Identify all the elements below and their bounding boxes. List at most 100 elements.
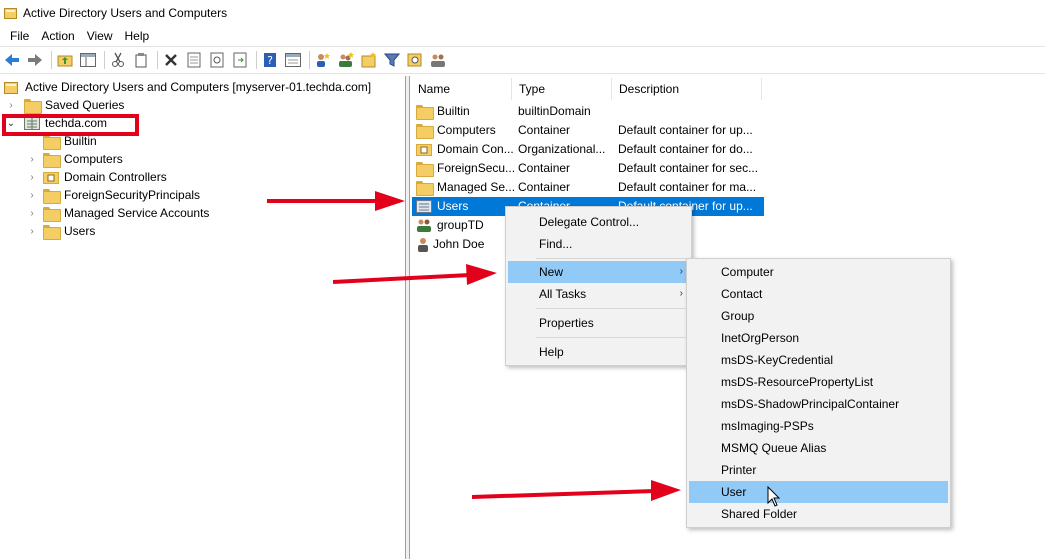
new-user-icon[interactable] bbox=[313, 50, 333, 70]
expand-chevron-icon[interactable]: › bbox=[25, 152, 39, 166]
list-item[interactable]: Managed Se... Container Default containe… bbox=[412, 178, 764, 197]
menu-file[interactable]: File bbox=[4, 29, 35, 43]
svg-text:?: ? bbox=[267, 54, 273, 67]
submenu-item-user[interactable]: User bbox=[689, 481, 948, 503]
list-item-type: Container bbox=[518, 180, 571, 194]
app-icon bbox=[4, 7, 17, 20]
folder-icon bbox=[43, 224, 61, 240]
column-header-description[interactable]: Description bbox=[612, 78, 762, 100]
folder-icon bbox=[43, 134, 61, 150]
tree-item-label: Managed Service Accounts bbox=[64, 206, 210, 220]
list-item-name: ForeignSecu... bbox=[437, 161, 516, 175]
cut-icon[interactable] bbox=[108, 50, 128, 70]
toolbar-separator bbox=[256, 51, 257, 69]
submenu-item-group[interactable]: Group bbox=[687, 305, 950, 327]
copy-icon[interactable] bbox=[131, 50, 151, 70]
new-group-icon[interactable] bbox=[336, 50, 356, 70]
list-item-type: builtinDomain bbox=[518, 104, 591, 118]
submenu-item-msimaging-psps[interactable]: msImaging-PSPs bbox=[687, 415, 950, 437]
help-icon[interactable]: ? bbox=[260, 50, 280, 70]
user-icon bbox=[416, 237, 430, 252]
tree-item-label: ForeignSecurityPrincipals bbox=[64, 188, 201, 202]
list-item-description: Default container for do... bbox=[618, 142, 753, 156]
menu-help[interactable]: Help bbox=[119, 29, 156, 43]
back-icon[interactable] bbox=[2, 50, 22, 70]
window-title: Active Directory Users and Computers bbox=[23, 6, 228, 20]
tree-item-foreign-security-principals[interactable]: › ForeignSecurityPrincipals bbox=[25, 186, 200, 204]
menu-item-properties[interactable]: Properties bbox=[506, 312, 691, 334]
menu-item-all-tasks[interactable]: All Tasks › bbox=[506, 283, 691, 305]
title-bar: Active Directory Users and Computers bbox=[0, 0, 1045, 26]
add-to-group-icon[interactable] bbox=[428, 50, 448, 70]
list-item-name: Computers bbox=[437, 123, 496, 137]
list-item[interactable]: ForeignSecu... Container Default contain… bbox=[412, 159, 764, 178]
tree-item-computers[interactable]: › Computers bbox=[25, 150, 123, 168]
menu-view[interactable]: View bbox=[81, 29, 119, 43]
tree-item-label: Computers bbox=[64, 152, 123, 166]
export-list-icon[interactable] bbox=[230, 50, 250, 70]
new-ou-icon[interactable] bbox=[359, 50, 379, 70]
annotation-highlight-box bbox=[2, 114, 139, 136]
expand-chevron-icon[interactable]: › bbox=[25, 188, 39, 202]
menu-bar: File Action View Help bbox=[0, 26, 1045, 46]
properties-icon[interactable] bbox=[184, 50, 204, 70]
group-icon bbox=[416, 218, 432, 233]
show-tree-icon[interactable] bbox=[78, 50, 98, 70]
tree-item-label: Users bbox=[64, 224, 96, 238]
delete-icon[interactable] bbox=[161, 50, 181, 70]
tree-root[interactable]: Active Directory Users and Computers [my… bbox=[4, 78, 371, 96]
tree-item-users[interactable]: › Users bbox=[25, 222, 95, 240]
list-item[interactable]: Builtin builtinDomain bbox=[412, 102, 764, 121]
tree-item-saved-queries[interactable]: › Saved Queries bbox=[4, 96, 124, 114]
menu-item-label: All Tasks bbox=[539, 287, 587, 301]
filter-icon[interactable] bbox=[382, 50, 402, 70]
tree-item-managed-service-accounts[interactable]: › Managed Service Accounts bbox=[25, 204, 209, 222]
expand-chevron-icon[interactable]: › bbox=[4, 98, 18, 112]
submenu-item-computer[interactable]: Computer bbox=[687, 261, 950, 283]
tree-item-domain-controllers[interactable]: › Domain Controllers bbox=[25, 168, 167, 186]
submenu-item-msds-shadowprincipalcontainer[interactable]: msDS-ShadowPrincipalContainer bbox=[687, 393, 950, 415]
list-item[interactable]: Computers Container Default container fo… bbox=[412, 121, 764, 140]
tree-root-label: Active Directory Users and Computers [my… bbox=[25, 80, 372, 94]
submenu-item-msmq-queue-alias[interactable]: MSMQ Queue Alias bbox=[687, 437, 950, 459]
submenu-item-msds-resourcepropertylist[interactable]: msDS-ResourcePropertyList bbox=[687, 371, 950, 393]
context-menu: Delegate Control... Find... New › All Ta… bbox=[505, 206, 692, 366]
menu-item-delegate-control[interactable]: Delegate Control... bbox=[506, 211, 691, 233]
expand-chevron-icon[interactable]: › bbox=[25, 170, 39, 184]
expand-chevron-icon[interactable]: › bbox=[25, 224, 39, 238]
submenu-arrow-icon: › bbox=[679, 266, 683, 277]
list-item-type: Container bbox=[518, 161, 571, 175]
menu-item-help[interactable]: Help bbox=[506, 341, 691, 363]
submenu-item-inetorgperson[interactable]: InetOrgPerson bbox=[687, 327, 950, 349]
submenu-item-shared-folder[interactable]: Shared Folder bbox=[687, 503, 950, 525]
list-item-name: Users bbox=[437, 199, 469, 213]
forward-icon[interactable] bbox=[25, 50, 45, 70]
mouse-cursor-icon bbox=[767, 486, 781, 507]
up-folder-icon[interactable] bbox=[55, 50, 75, 70]
list-item-description: Default container for ma... bbox=[618, 180, 757, 194]
folder-icon bbox=[416, 181, 434, 196]
column-header-type[interactable]: Type bbox=[512, 78, 612, 100]
tree-item-label: Domain Controllers bbox=[64, 170, 167, 184]
menu-separator bbox=[536, 308, 686, 309]
list-item-name: Domain Con... bbox=[437, 142, 514, 156]
refresh-icon[interactable] bbox=[207, 50, 227, 70]
column-header-name[interactable]: Name bbox=[411, 78, 512, 100]
list-item-name: John Doe bbox=[433, 237, 485, 251]
list-item-name: groupTD bbox=[437, 218, 484, 232]
console-tree-icon[interactable] bbox=[283, 50, 303, 70]
submenu-item-printer[interactable]: Printer bbox=[687, 459, 950, 481]
submenu-item-msds-keycredential[interactable]: msDS-KeyCredential bbox=[687, 349, 950, 371]
menu-separator bbox=[536, 258, 686, 259]
folder-icon bbox=[416, 105, 434, 120]
list-item[interactable]: Domain Con... Organizational... Default … bbox=[412, 140, 764, 159]
expand-chevron-icon[interactable]: › bbox=[25, 206, 39, 220]
submenu-item-contact[interactable]: Contact bbox=[687, 283, 950, 305]
list-item-type: Organizational... bbox=[518, 142, 606, 156]
menu-action[interactable]: Action bbox=[35, 29, 80, 43]
menu-item-new[interactable]: New › bbox=[508, 261, 691, 283]
find-icon[interactable] bbox=[405, 50, 425, 70]
menu-item-find[interactable]: Find... bbox=[506, 233, 691, 255]
toolbar-separator bbox=[157, 51, 158, 69]
menu-separator bbox=[536, 337, 686, 338]
